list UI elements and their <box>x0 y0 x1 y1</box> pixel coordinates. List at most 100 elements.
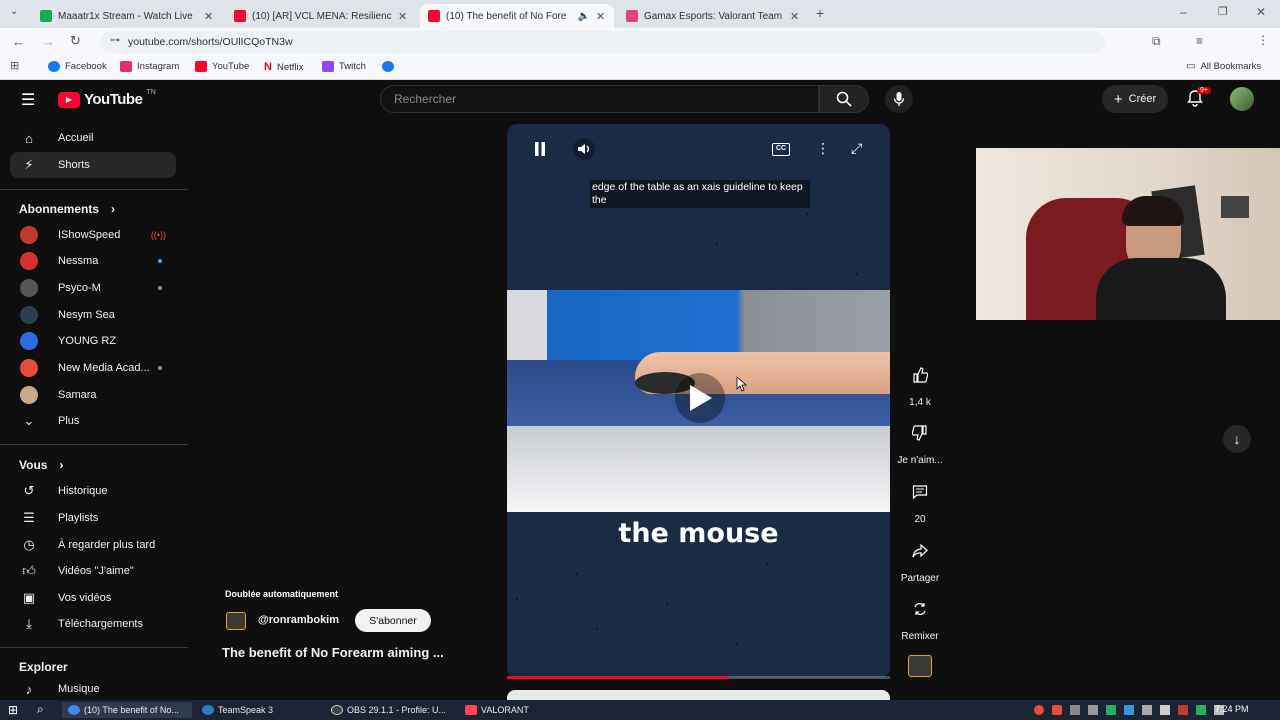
extensions-puzzle-icon[interactable]: ⧉ <box>1152 34 1161 49</box>
youtube-logo[interactable]: ▶ YouTube TN <box>58 89 156 108</box>
guide-menu-icon[interactable]: ☰ <box>21 90 35 110</box>
subtitle-caption: edge of the table as an xais guideline t… <box>590 180 810 208</box>
progress-fill <box>507 676 730 679</box>
tray-app-icon[interactable] <box>1196 705 1206 715</box>
bookmark-youtube[interactable]: YouTube <box>195 61 249 72</box>
pause-button[interactable] <box>530 138 550 160</box>
subscription-item[interactable]: Samara <box>10 382 176 408</box>
subscription-item[interactable]: IShowSpeed ((•)) <box>10 222 176 248</box>
tray-app-icon[interactable] <box>1178 705 1188 715</box>
tab-4[interactable]: Gamax Esports: Valorant Team ✕ <box>618 4 808 28</box>
clock[interactable]: 7:24 PM <box>1215 704 1249 714</box>
sidebar-item-home[interactable]: ⌂ Accueil <box>10 125 176 151</box>
subscription-item[interactable]: New Media Acad... <box>10 355 176 381</box>
subscription-item[interactable]: YOUNG RZ <box>10 328 176 354</box>
back-icon[interactable]: ← <box>12 34 25 49</box>
dislike-button[interactable]: Je n'aim... <box>897 415 943 466</box>
close-tab-icon[interactable]: ✕ <box>790 10 800 23</box>
bookmark-facebook[interactable]: Facebook <box>48 61 107 72</box>
subscriptions-heading[interactable]: Abonnements › <box>19 202 115 216</box>
reload-icon[interactable]: ↻ <box>70 33 81 49</box>
close-tab-icon[interactable]: ✕ <box>204 10 214 23</box>
tab-1[interactable]: Maaatr1x Stream - Watch Live ✕ <box>32 4 222 28</box>
tray-app-icon[interactable] <box>1070 705 1080 715</box>
browser-menu-icon[interactable]: ⋮ <box>1257 33 1269 47</box>
tray-app-icon[interactable] <box>1034 705 1044 715</box>
tab-audio-icon[interactable]: 🔈 <box>578 11 590 22</box>
sidebar-item-shorts[interactable]: ⚡ Shorts <box>10 152 176 178</box>
close-tab-icon[interactable]: ✕ <box>596 10 606 23</box>
account-avatar[interactable] <box>1230 87 1254 111</box>
bookmark-twitch[interactable]: Twitch <box>322 61 366 72</box>
sidebar-item-playlists[interactable]: ☰ Playlists <box>10 505 176 531</box>
sidebar-item-liked[interactable]: 👍︎ Vidéos "J'aime" <box>10 558 176 584</box>
notifications-button[interactable]: 9+ <box>1186 87 1211 112</box>
voice-search-button[interactable] <box>885 85 913 113</box>
minimize-icon[interactable]: – <box>1180 5 1187 19</box>
close-tab-icon[interactable]: ✕ <box>398 10 408 23</box>
tab-2[interactable]: (10) [AR] VCL MENA: Resilience ✕ <box>226 4 416 28</box>
media-control-icon[interactable]: ≡ <box>1196 34 1203 48</box>
like-button[interactable]: 1,4 k <box>897 357 943 408</box>
tray-app-icon[interactable] <box>1088 705 1098 715</box>
tab-3-active[interactable]: (10) The benefit of No Fore 🔈 ✕ <box>420 4 614 28</box>
subscription-item[interactable]: Psyco-M <box>10 275 176 301</box>
taskbar-search-icon[interactable]: ⌕ <box>37 702 44 717</box>
search-button[interactable] <box>819 85 869 113</box>
bookmark-facebook-2[interactable] <box>382 61 394 72</box>
search-input[interactable]: Rechercher <box>380 85 819 113</box>
sidebar-item-your-videos[interactable]: ▣ Vos vidéos <box>10 585 176 611</box>
restore-icon[interactable]: ❐ <box>1218 5 1228 18</box>
subscribe-button[interactable]: S'abonner <box>355 609 431 632</box>
tray-app-icon[interactable] <box>1124 705 1134 715</box>
forward-icon[interactable]: → <box>42 34 55 49</box>
site-info-icon[interactable]: ⊶ <box>110 35 120 46</box>
channel-avatar[interactable] <box>226 612 246 630</box>
you-heading[interactable]: Vous › <box>19 458 63 472</box>
channel-name: New Media Acad... <box>58 362 150 374</box>
remix-button[interactable]: Remixer <box>897 591 943 642</box>
window-close-icon[interactable]: ✕ <box>1256 5 1266 19</box>
new-tab-icon[interactable]: + <box>816 5 824 21</box>
volume-button[interactable] <box>573 138 595 160</box>
short-title[interactable]: The benefit of No Forearm aiming ... <box>222 645 444 660</box>
taskbar-item-teamspeak[interactable]: TeamSpeak 3 <box>196 702 321 718</box>
sidebar-item-more[interactable]: ⌄ Plus <box>10 408 176 434</box>
address-bar[interactable]: ⊶ youtube.com/shorts/OUlICQoTN3w <box>100 31 1105 53</box>
taskbar-item-valorant[interactable]: VALORANT <box>459 702 584 718</box>
volume-tray-icon[interactable] <box>1160 705 1170 715</box>
tab-search-icon[interactable]: ⌄ <box>10 6 18 17</box>
bookmark-instagram[interactable]: Instagram <box>120 61 179 72</box>
channel-handle[interactable]: @ronrambokim <box>258 614 339 626</box>
sidebar-item-history[interactable]: ↺ Historique <box>10 478 176 504</box>
sidebar-item-music[interactable]: ♪ Musique <box>10 676 176 702</box>
taskbar-item-obs[interactable]: OBS 29.1.1 - Profile: U... <box>325 702 455 718</box>
tray-app-icon[interactable] <box>1106 705 1116 715</box>
captions-icon[interactable]: CC <box>772 143 790 156</box>
sound-thumbnail[interactable] <box>908 655 932 677</box>
subscription-item[interactable]: Nessma <box>10 248 176 274</box>
fullscreen-icon[interactable]: ⤢ <box>851 140 862 157</box>
share-button[interactable]: Partager <box>897 533 943 584</box>
sidebar-item-downloads[interactable]: ⤓ Téléchargements <box>10 611 176 637</box>
share-label: Partager <box>900 573 940 584</box>
all-bookmarks[interactable]: ▭ All Bookmarks <box>1186 61 1261 72</box>
play-button[interactable] <box>675 373 725 423</box>
sidebar-item-watch-later[interactable]: ◷ À regarder plus tard <box>10 532 176 558</box>
more-options-icon[interactable]: ⋮ <box>816 140 830 157</box>
sidebar-item-label: Playlists <box>58 512 99 524</box>
channel-name: Nesym Sea <box>58 309 115 321</box>
comments-button[interactable]: 20 <box>897 474 943 525</box>
tray-app-icon[interactable] <box>1142 705 1152 715</box>
create-button[interactable]: + Créer <box>1102 85 1168 113</box>
windows-start-icon[interactable]: ⊞ <box>8 703 18 717</box>
sidebar-item-label: Historique <box>58 485 108 497</box>
progress-bar[interactable] <box>507 676 890 679</box>
apps-grid-icon[interactable]: ⊞ <box>10 59 19 72</box>
tray-recording-icon[interactable] <box>1052 705 1062 715</box>
next-short-button[interactable]: ↓ <box>1223 425 1251 453</box>
bookmark-netflix[interactable]: N Netflix <box>264 61 303 73</box>
taskbar-item-chrome[interactable]: (10) The benefit of No... <box>62 702 192 718</box>
next-short-preview[interactable] <box>507 690 890 700</box>
subscription-item[interactable]: Nesym Sea <box>10 302 176 328</box>
